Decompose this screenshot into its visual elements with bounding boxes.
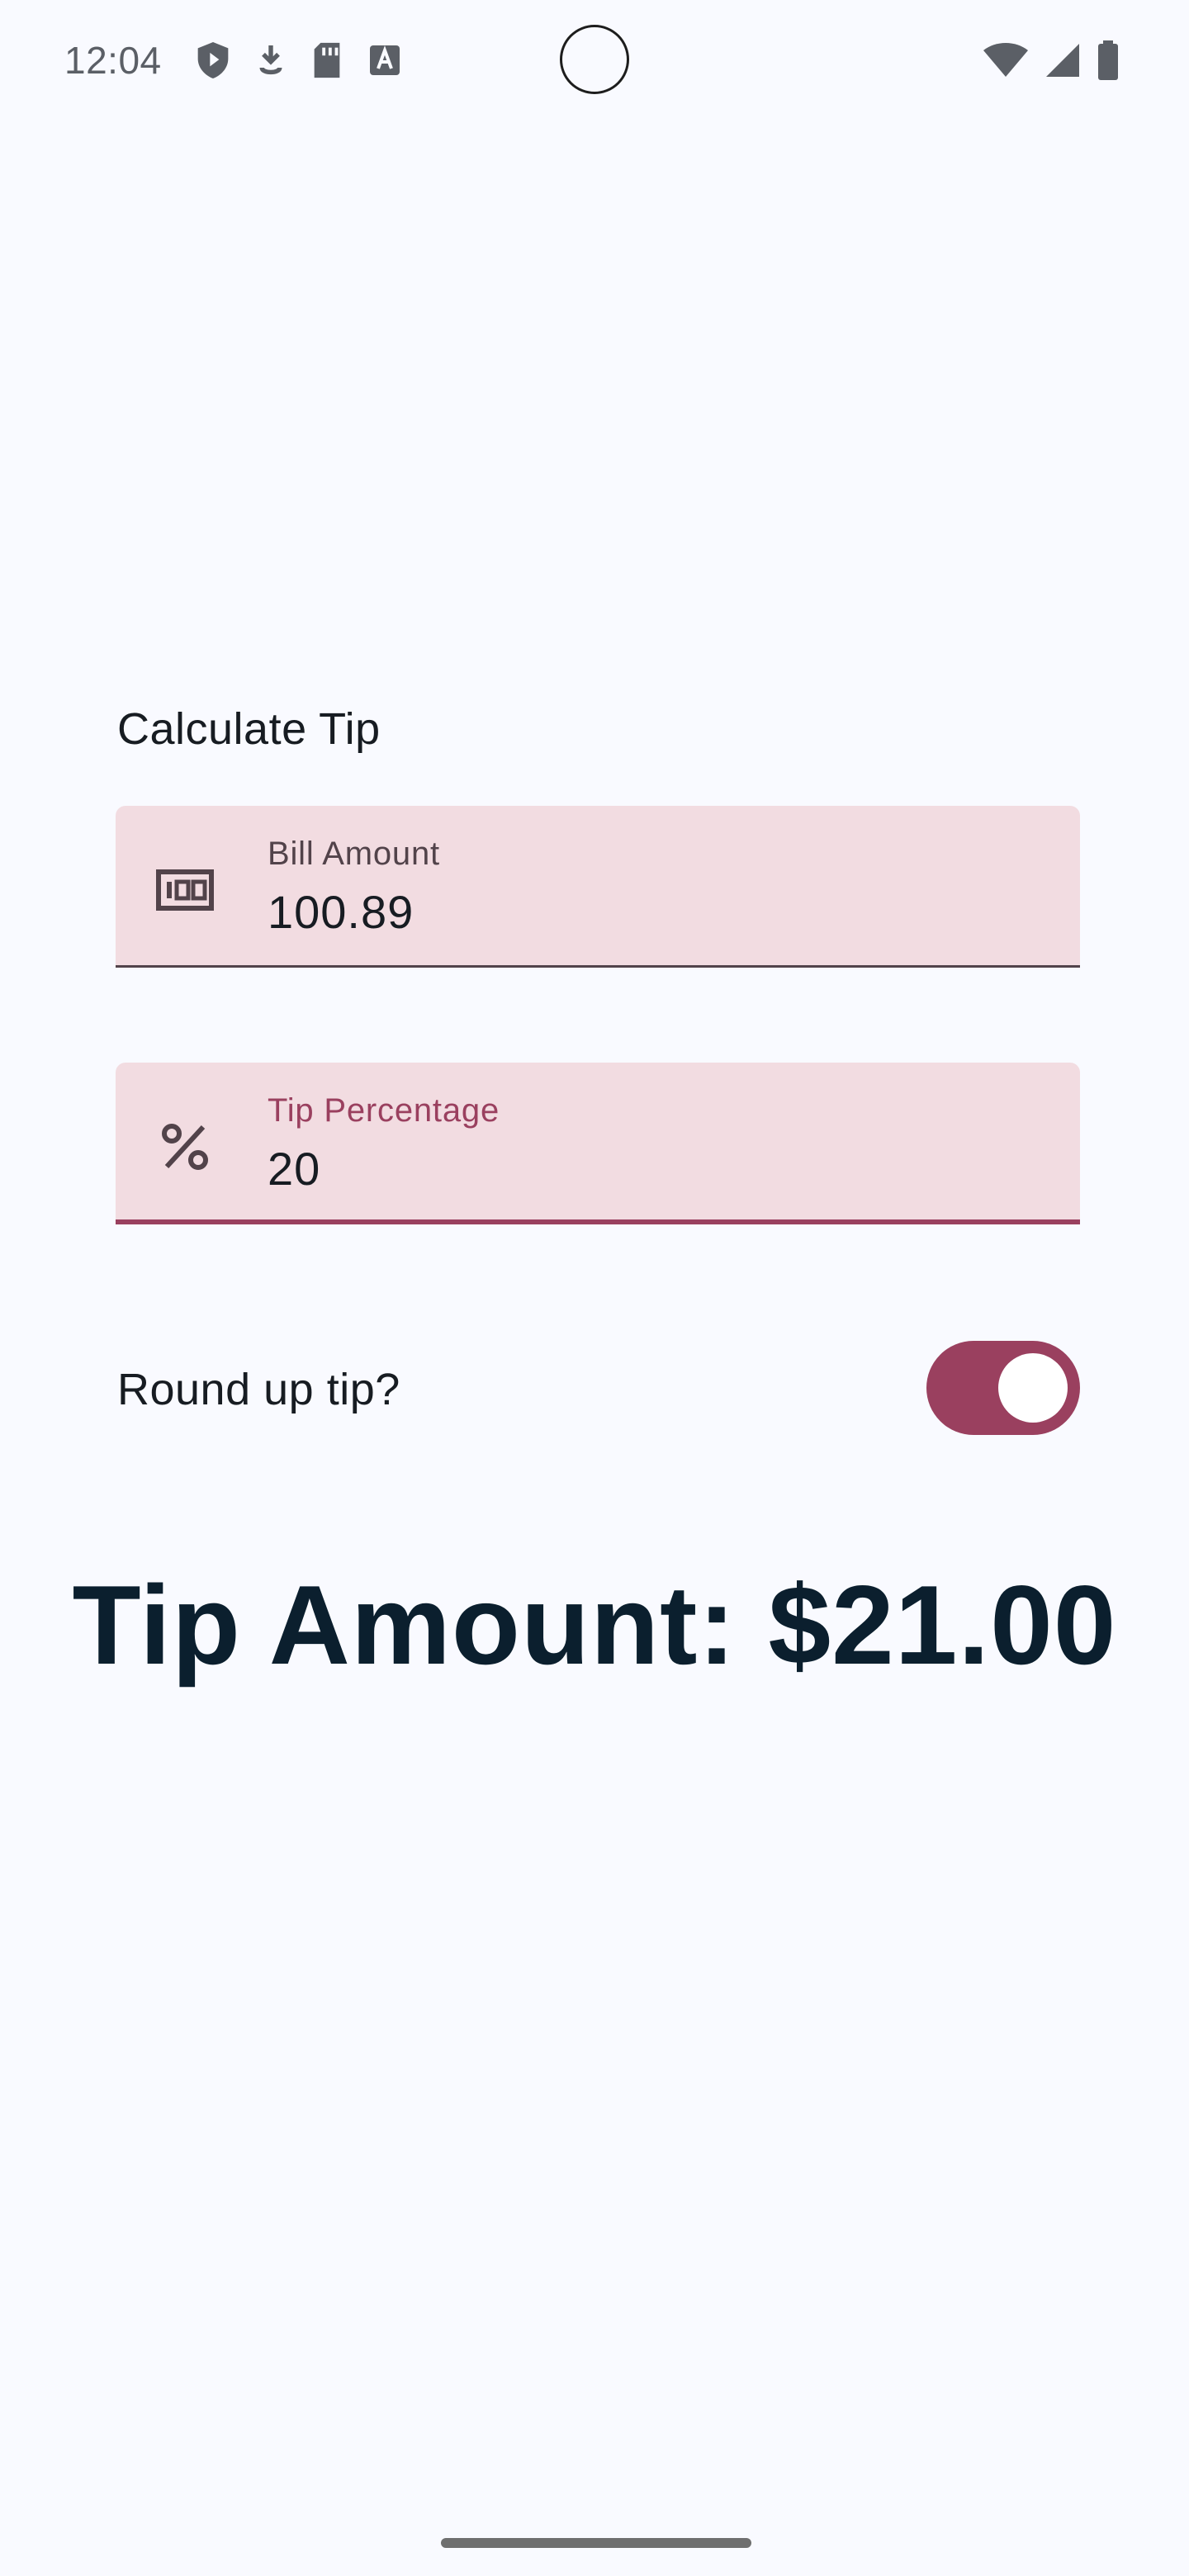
switch-thumb xyxy=(998,1353,1068,1423)
wifi-icon xyxy=(983,42,1029,78)
status-time: 12:04 xyxy=(64,39,162,82)
sd-card-icon xyxy=(310,41,343,79)
tip-percentage-input[interactable]: 20 xyxy=(268,1142,320,1196)
bill-amount-input[interactable]: 100.89 xyxy=(268,885,414,939)
battery-icon xyxy=(1097,40,1120,80)
download-icon xyxy=(256,42,286,78)
bill-amount-field[interactable]: Bill Amount 100.89 xyxy=(116,806,1080,968)
round-up-label: Round up tip? xyxy=(117,1365,400,1414)
status-icons-right xyxy=(983,40,1120,81)
tip-percentage-field[interactable]: Tip Percentage 20 xyxy=(116,1063,1080,1224)
cellular-signal-icon xyxy=(1044,42,1082,78)
status-bar: 12:04 xyxy=(0,0,1189,119)
shield-icon xyxy=(195,40,231,80)
tip-percentage-label: Tip Percentage xyxy=(268,1092,500,1129)
status-icons-left xyxy=(195,40,401,81)
font-a-icon xyxy=(368,44,401,77)
bill-amount-label: Bill Amount xyxy=(268,836,440,872)
percent-icon xyxy=(155,1117,215,1177)
camera-cutout xyxy=(560,25,629,94)
money-icon xyxy=(155,860,215,920)
home-indicator[interactable] xyxy=(441,2538,751,2548)
round-up-switch[interactable] xyxy=(926,1341,1080,1435)
page-title: Calculate Tip xyxy=(117,704,381,754)
tip-amount-text: Tip Amount: $21.00 xyxy=(72,1562,1117,1688)
